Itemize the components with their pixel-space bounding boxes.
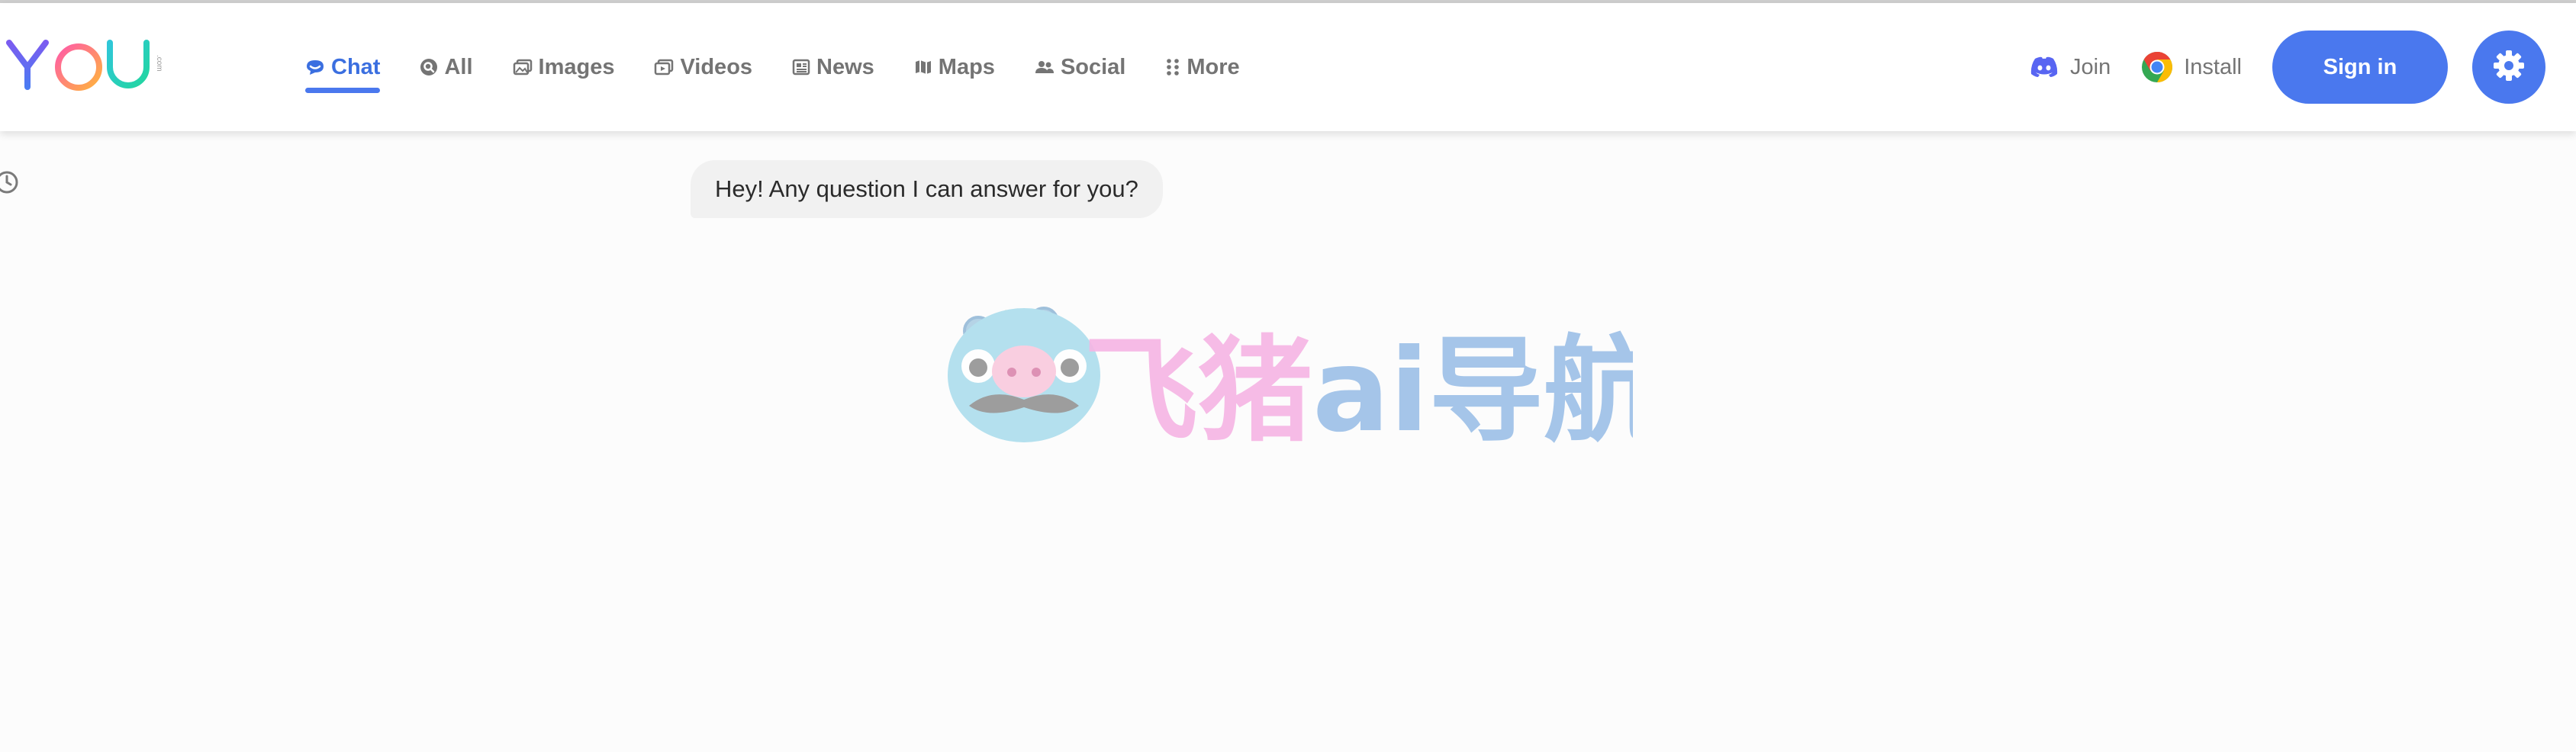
videos-icon bbox=[654, 59, 674, 76]
tab-maps[interactable]: Maps bbox=[914, 3, 995, 131]
tab-label: All bbox=[444, 54, 473, 79]
tab-label: Images bbox=[538, 54, 615, 79]
tab-label: Videos bbox=[680, 54, 753, 79]
watermark-text: 飞猪ai导航 bbox=[1084, 325, 1633, 458]
images-icon bbox=[513, 59, 533, 76]
chrome-icon bbox=[2141, 51, 2173, 83]
join-discord-link[interactable]: Join bbox=[2029, 55, 2111, 80]
history-icon[interactable] bbox=[0, 169, 20, 199]
watermark-logo: 飞猪ai导航 bbox=[946, 291, 1658, 459]
install-label: Install bbox=[2184, 54, 2242, 79]
sign-in-button[interactable]: Sign in bbox=[2272, 31, 2448, 104]
tab-label: Maps bbox=[938, 54, 995, 79]
tab-label: Social bbox=[1060, 54, 1126, 79]
you-logo[interactable]: .com bbox=[6, 37, 166, 98]
tab-label: More bbox=[1187, 54, 1240, 79]
install-extension-link[interactable]: Install bbox=[2141, 51, 2242, 83]
tab-chat[interactable]: Chat bbox=[305, 3, 381, 131]
top-bar: .com Chat All Images Videos News Maps So… bbox=[0, 3, 2576, 131]
settings-button[interactable] bbox=[2472, 31, 2545, 104]
tab-images[interactable]: Images bbox=[513, 3, 615, 131]
header-actions: Join Install Sign in bbox=[2029, 3, 2545, 131]
people-icon bbox=[1035, 59, 1055, 76]
tab-more[interactable]: More bbox=[1165, 3, 1240, 131]
search-icon bbox=[420, 58, 438, 76]
tab-videos[interactable]: Videos bbox=[654, 3, 752, 131]
map-icon bbox=[914, 59, 932, 76]
dots-grid-icon bbox=[1165, 57, 1180, 77]
join-label: Join bbox=[2070, 54, 2111, 79]
assistant-greeting-bubble: Hey! Any question I can answer for you? bbox=[691, 160, 1163, 218]
tab-label: Chat bbox=[331, 54, 381, 79]
tab-news[interactable]: News bbox=[792, 3, 874, 131]
chat-area: Hey! Any question I can answer for you? … bbox=[0, 131, 2576, 752]
logo-suffix: .com bbox=[155, 55, 163, 72]
discord-icon bbox=[2029, 56, 2059, 79]
news-icon bbox=[792, 59, 810, 76]
tab-label: News bbox=[816, 54, 874, 79]
chat-icon bbox=[305, 59, 325, 76]
vertical-tabs: Chat All Images Videos News Maps Social … bbox=[305, 3, 1280, 131]
tab-social[interactable]: Social bbox=[1035, 3, 1125, 131]
gear-icon bbox=[2492, 49, 2526, 86]
tab-all[interactable]: All bbox=[420, 3, 473, 131]
